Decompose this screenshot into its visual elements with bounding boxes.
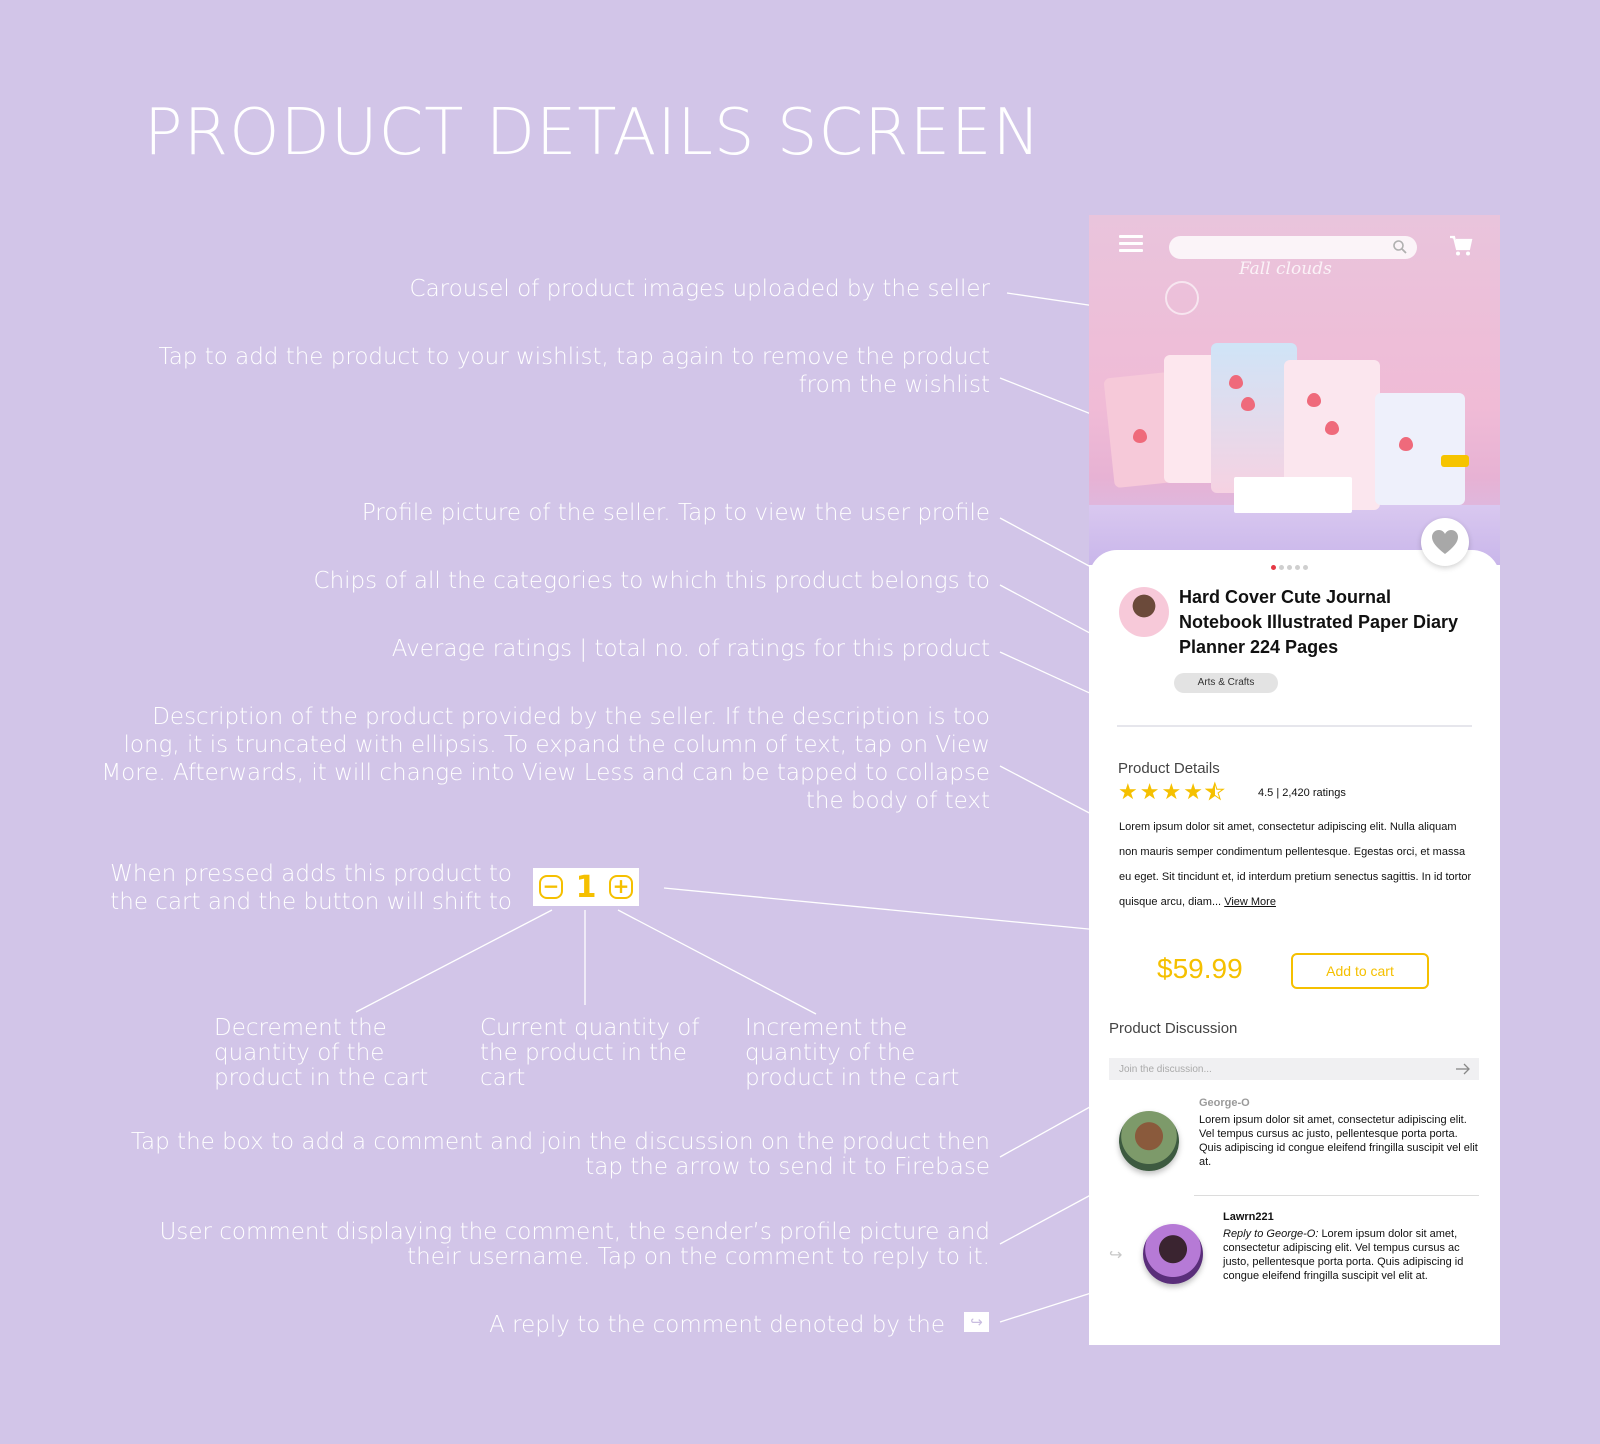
wishlist-button[interactable]: [1421, 518, 1469, 566]
product-discussion-label: Product Discussion: [1109, 1020, 1238, 1037]
strawberry-decoration: [1229, 375, 1243, 389]
search-icon[interactable]: [1392, 239, 1408, 255]
phone-screen: Fall clouds Hard Cover Cute Journal Note…: [1089, 215, 1500, 1345]
send-arrow-icon[interactable]: [1455, 1063, 1471, 1075]
cart-icon[interactable]: [1449, 235, 1473, 257]
annotation-profile: Profile picture of the seller. Tap to vi…: [361, 500, 990, 526]
seller-avatar[interactable]: [1119, 587, 1169, 637]
reply-to-label: Reply to George-O:: [1223, 1228, 1319, 1240]
annotation-carousel: Carousel of product images uploaded by t…: [409, 276, 990, 302]
annotation-ratings: Average ratings | total no. of ratings f…: [391, 636, 990, 662]
carousel-dot[interactable]: [1303, 565, 1308, 570]
star-icon: ★: [1139, 780, 1160, 805]
strawberry-decoration: [1241, 397, 1255, 411]
annotation-wishlist: Tap to add the product to your wishlist,…: [158, 344, 990, 398]
description-text: Lorem ipsum dolor sit amet, consectetur …: [1119, 821, 1472, 908]
page-title: PRODUCT DETAILS SCREEN: [144, 96, 1042, 170]
star-icon: ★: [1118, 780, 1138, 805]
quantity-stepper-sample: − 1 +: [533, 868, 639, 906]
replier-avatar[interactable]: [1143, 1224, 1203, 1284]
strawberry-decoration: [1307, 393, 1321, 407]
half-star-icon: ★: [1204, 780, 1225, 805]
carousel-dot[interactable]: [1279, 565, 1284, 570]
notebook-box: [1234, 477, 1352, 513]
heart-icon: [1432, 530, 1458, 554]
carousel-indicator: [1271, 565, 1308, 570]
search-input[interactable]: [1169, 236, 1417, 259]
strawberry-decoration: [1399, 437, 1413, 451]
clock-decoration: [1165, 281, 1199, 315]
discussion-input[interactable]: [1109, 1058, 1479, 1080]
star-icon: ★: [1161, 780, 1182, 805]
carousel-dot[interactable]: [1295, 565, 1300, 570]
notebook-tab: [1441, 455, 1469, 467]
annotation-add-to-cart: When pressed adds this product to the ca…: [110, 861, 512, 915]
commenter-avatar[interactable]: [1119, 1111, 1179, 1171]
product-details-label: Product Details: [1118, 760, 1220, 777]
star-icon: ★: [1183, 780, 1203, 805]
annotation-increment: Increment the quantity of the product in…: [745, 1015, 960, 1091]
menu-icon[interactable]: [1119, 235, 1143, 253]
comment-username: George-O: [1199, 1097, 1250, 1109]
annotation-decrement: Decrement the quantity of the product in…: [214, 1015, 429, 1091]
annotation-chips: Chips of all the categories to which thi…: [313, 568, 990, 594]
rating-text: 4.5 | 2,420 ratings: [1258, 787, 1346, 799]
carousel-dot[interactable]: [1287, 565, 1292, 570]
quantity-value: 1: [575, 869, 597, 905]
reply-username: Lawrn221: [1223, 1211, 1274, 1223]
annotation-user-comment: User comment displaying the comment, the…: [159, 1219, 990, 1270]
reply-icon-sample: ↪: [964, 1312, 989, 1332]
category-chip[interactable]: Arts & Crafts: [1174, 673, 1278, 693]
product-title: Hard Cover Cute Journal Notebook Illustr…: [1179, 587, 1459, 657]
annotation-discussion-box: Tap the box to add a comment and join th…: [130, 1129, 990, 1180]
strawberry-decoration: [1325, 421, 1339, 435]
product-details-card: [1089, 550, 1500, 1345]
strawberry-decoration: [1133, 429, 1147, 443]
plus-icon: +: [609, 875, 633, 899]
comment-text[interactable]: Lorem ipsum dolor sit amet, consectetur …: [1199, 1113, 1479, 1169]
minus-icon: −: [539, 875, 563, 899]
add-to-cart-button[interactable]: Add to cart: [1291, 953, 1429, 989]
notebook-image: [1375, 393, 1465, 505]
product-price: $59.99: [1157, 953, 1243, 984]
reply-icon: ↪: [1109, 1245, 1123, 1264]
reply-comment[interactable]: Reply to George-O: Lorem ipsum dolor sit…: [1223, 1227, 1483, 1283]
product-description: Lorem ipsum dolor sit amet, consectetur …: [1119, 815, 1475, 915]
divider: [1117, 725, 1472, 727]
annotation-reply: A reply to the comment denoted by the: [489, 1312, 945, 1338]
carousel-dot[interactable]: [1271, 565, 1276, 570]
view-more-link[interactable]: View More: [1224, 896, 1276, 908]
comment-divider: [1194, 1195, 1479, 1196]
top-app-bar: [1089, 215, 1500, 275]
rating-stars: ★ ★ ★ ★ ★: [1118, 780, 1225, 805]
annotation-current-qty: Current quantity of the product in the c…: [480, 1015, 700, 1091]
annotation-description: Description of the product provided by t…: [101, 704, 990, 814]
product-image-carousel[interactable]: Fall clouds: [1089, 215, 1500, 565]
